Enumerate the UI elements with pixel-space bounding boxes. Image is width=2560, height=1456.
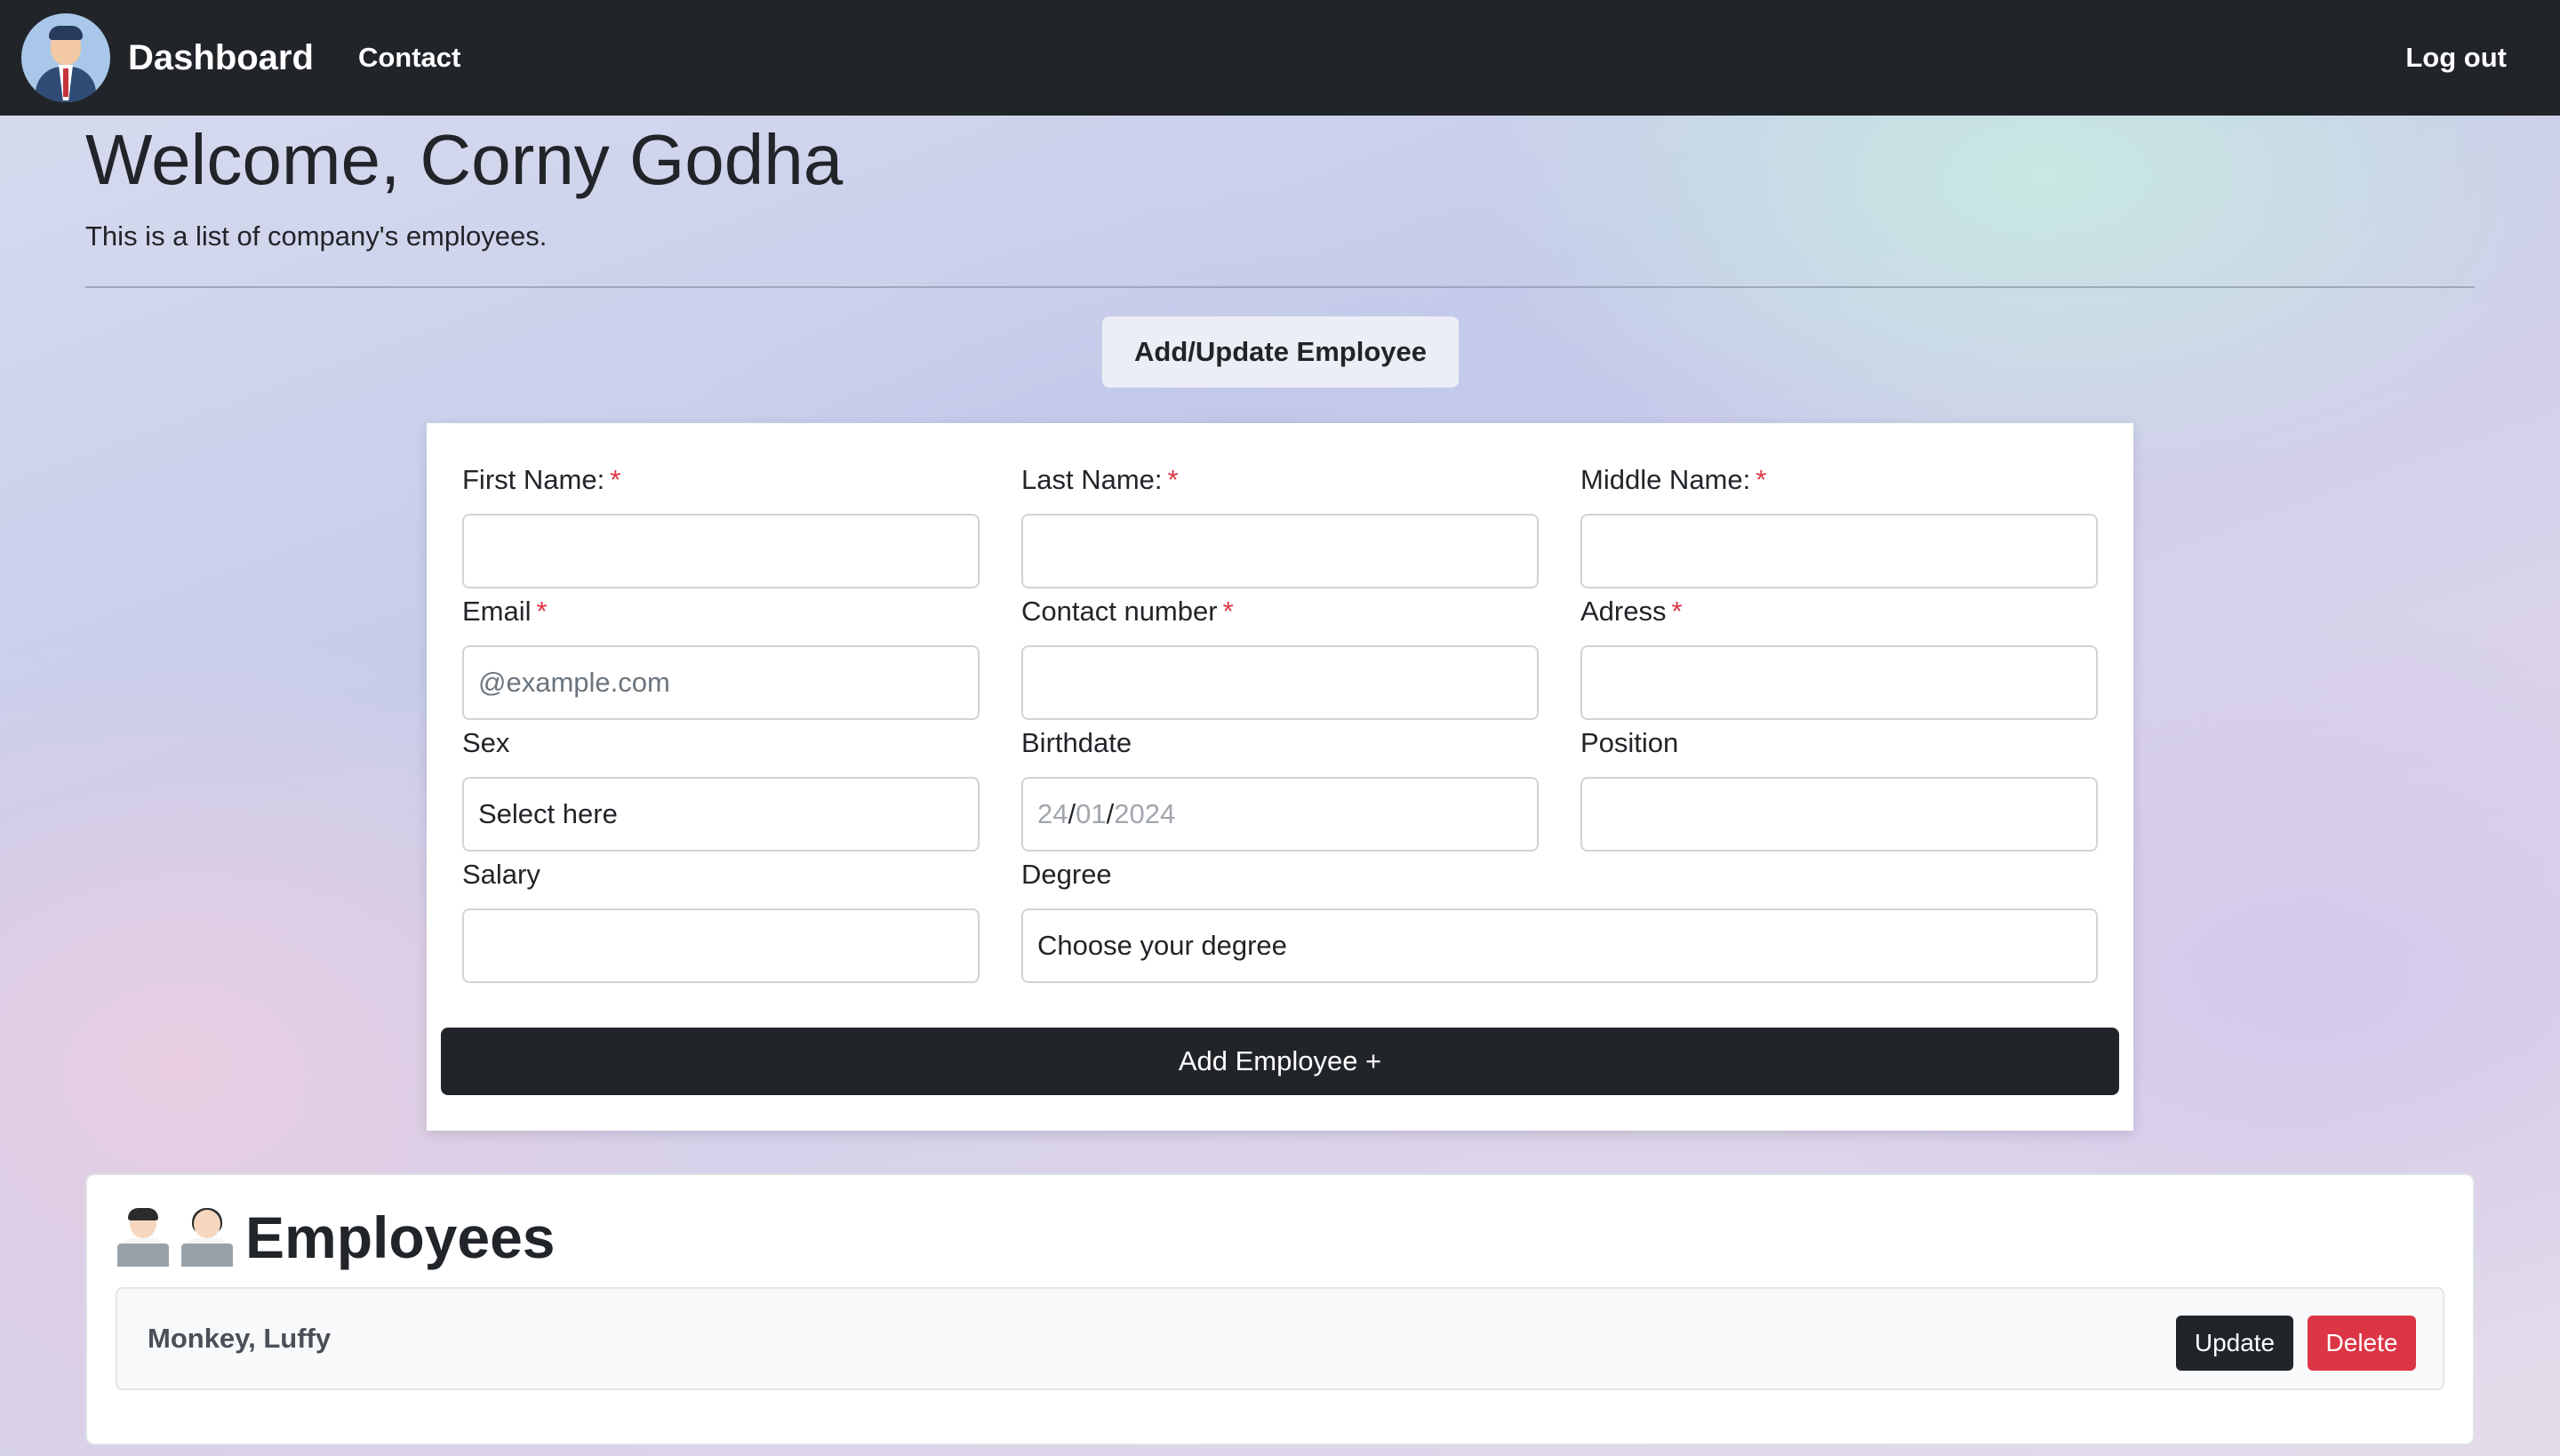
update-button[interactable]: Update: [2176, 1316, 2293, 1371]
position-label: Position: [1580, 727, 1679, 758]
nav-contact-link[interactable]: Contact: [358, 42, 460, 74]
position-field: Position: [1580, 727, 2098, 852]
contact-number-field: Contact number *: [1021, 596, 1539, 720]
salary-label: Salary: [462, 859, 540, 890]
email-label: Email: [462, 596, 532, 627]
first-name-field: First Name: *: [462, 464, 980, 588]
sex-select[interactable]: Select here: [462, 777, 980, 852]
position-input[interactable]: [1580, 777, 2098, 852]
birthdate-field: Birthdate 24/01/2024: [1021, 727, 1539, 852]
required-mark: *: [610, 464, 621, 495]
delete-button[interactable]: Delete: [2308, 1316, 2416, 1371]
middle-name-input[interactable]: [1580, 514, 2098, 588]
navbar: Dashboard Contact Log out: [0, 0, 2560, 116]
birthdate-day: 24: [1037, 798, 1068, 829]
degree-label: Degree: [1021, 859, 1112, 890]
first-name-label: First Name:: [462, 464, 605, 495]
employee-form: First Name: * Last Name: * Middle Name: * E…: [427, 423, 2133, 1131]
employees-title: Employees: [117, 1204, 556, 1271]
last-name-input[interactable]: [1021, 514, 1539, 588]
employees-card: Employees Monkey, Luffy Update Delete: [85, 1173, 2475, 1445]
contact-number-input[interactable]: [1021, 645, 1539, 720]
email-field: Email *: [462, 596, 980, 720]
degree-select[interactable]: Choose your degree: [1021, 908, 2098, 983]
salary-field: Salary: [462, 859, 980, 983]
sex-label: Sex: [462, 727, 510, 758]
last-name-label: Last Name:: [1021, 464, 1163, 495]
required-mark: *: [1756, 464, 1767, 495]
employees-heading: Employees: [245, 1204, 556, 1270]
date-separator: /: [1106, 798, 1115, 829]
middle-name-label: Middle Name:: [1580, 464, 1751, 495]
birthdate-input[interactable]: 24/01/2024: [1021, 777, 1539, 852]
last-name-field: Last Name: *: [1021, 464, 1539, 588]
logout-link[interactable]: Log out: [2405, 42, 2507, 74]
address-field: Adress *: [1580, 596, 2098, 720]
sex-select-value: Select here: [478, 798, 618, 829]
add-update-employee-button[interactable]: Add/Update Employee: [1102, 316, 1459, 388]
sex-field: Sex Select here: [462, 727, 980, 852]
man-technologist-icon: [117, 1208, 169, 1267]
required-mark: *: [1671, 596, 1683, 627]
page-subtitle: This is a list of company's employees.: [85, 220, 548, 252]
woman-technologist-icon: [181, 1208, 233, 1267]
required-mark: *: [1167, 464, 1179, 495]
birthdate-month: 01: [1076, 798, 1107, 829]
employee-row: Monkey, Luffy Update Delete: [116, 1287, 2444, 1390]
add-employee-button[interactable]: Add Employee +: [441, 1028, 2119, 1095]
salary-input[interactable]: [462, 908, 980, 983]
degree-field: Degree Choose your degree: [1021, 859, 2098, 983]
divider: [85, 286, 2475, 288]
address-input[interactable]: [1580, 645, 2098, 720]
user-avatar[interactable]: [21, 13, 110, 102]
email-input[interactable]: [462, 645, 980, 720]
first-name-input[interactable]: [462, 514, 980, 588]
required-mark: *: [1222, 596, 1234, 627]
date-separator: /: [1068, 798, 1076, 829]
nav-dashboard-link[interactable]: Dashboard: [128, 38, 314, 78]
middle-name-field: Middle Name: *: [1580, 464, 2098, 588]
page-title: Welcome, Corny Godha: [85, 120, 844, 199]
contact-number-label: Contact number: [1021, 596, 1218, 627]
employee-name: Monkey, Luffy: [148, 1323, 332, 1354]
address-label: Adress: [1580, 596, 1667, 627]
degree-select-value: Choose your degree: [1037, 930, 1287, 961]
birthdate-label: Birthdate: [1021, 727, 1132, 758]
required-mark: *: [536, 596, 548, 627]
birthdate-year: 2024: [1114, 798, 1176, 829]
